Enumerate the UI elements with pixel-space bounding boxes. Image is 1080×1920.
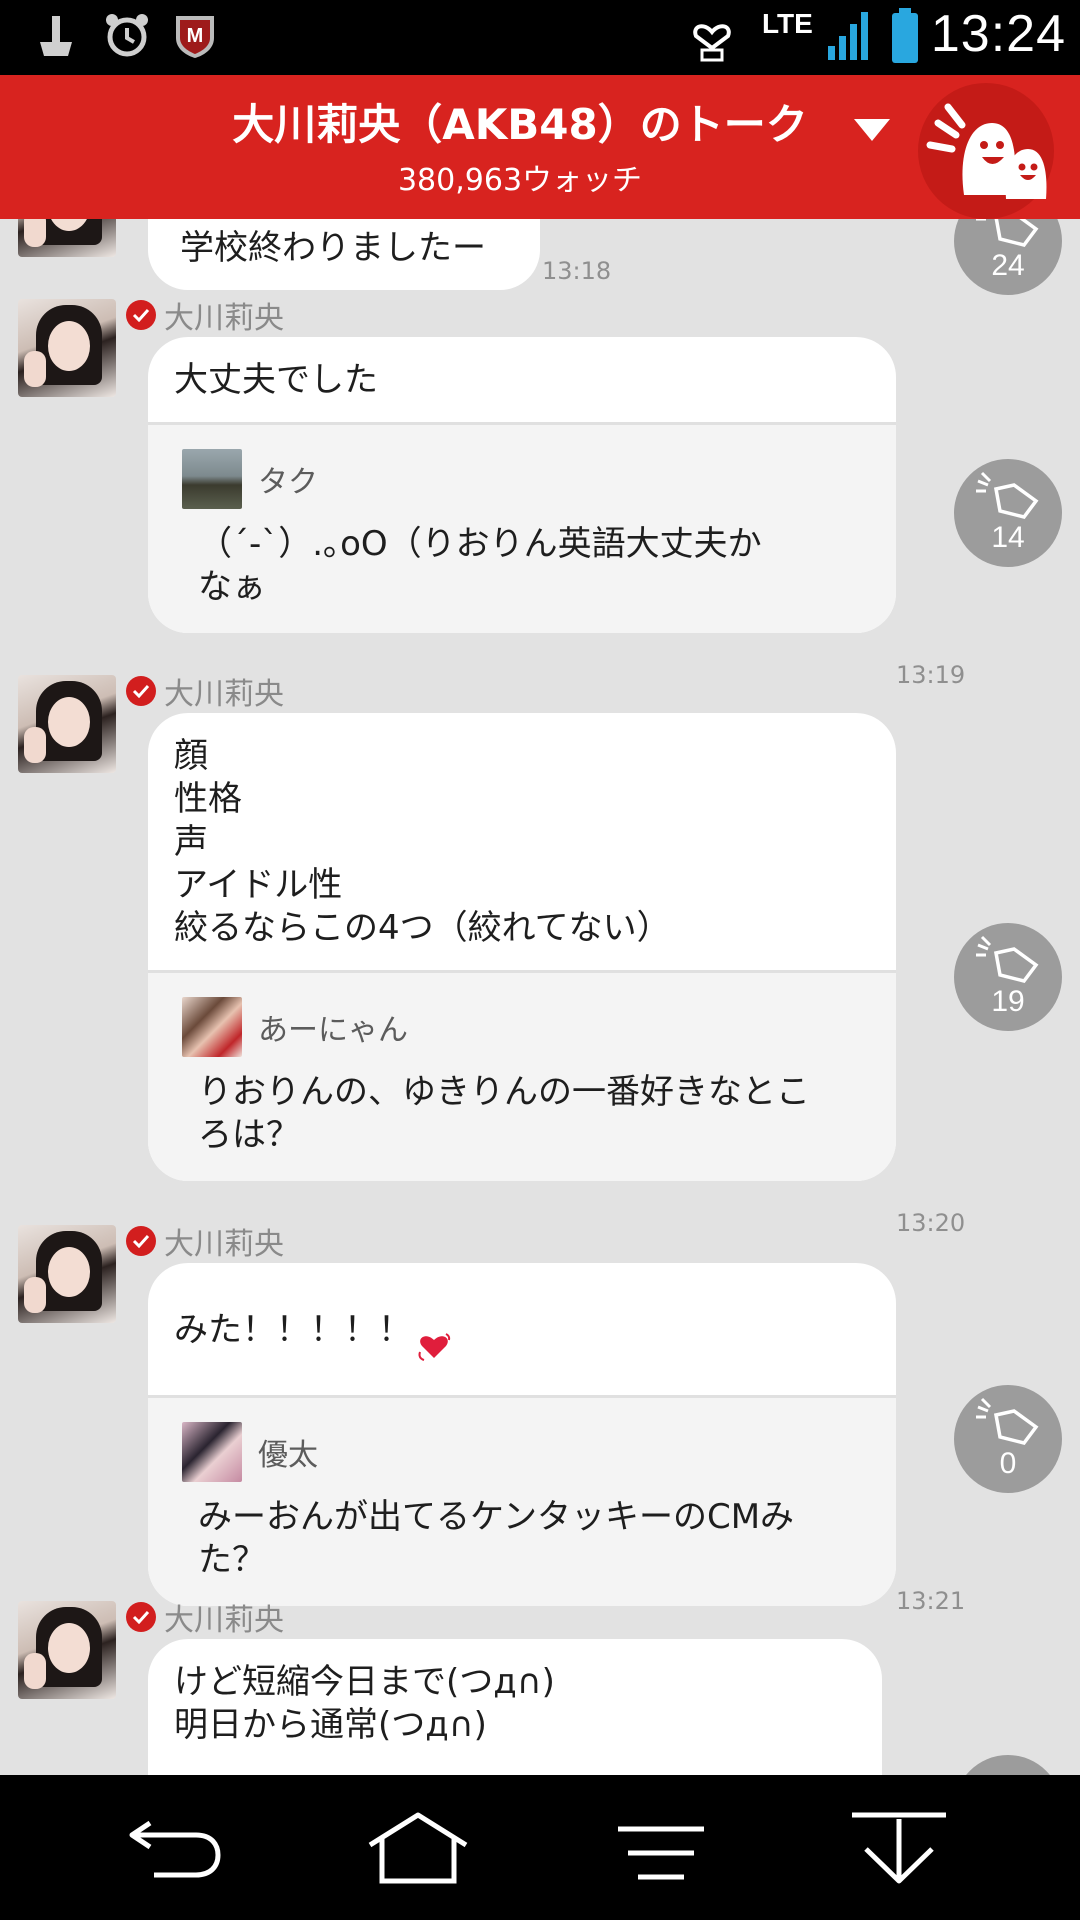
- message-time: 13:20: [896, 1209, 966, 1237]
- scroll-down-icon[interactable]: [850, 1811, 948, 1889]
- alarm-clock-icon: [104, 12, 150, 62]
- message-bubble[interactable]: みた！！！！！ 優太 みーおんが出てるケンタッキーのCMみ た？: [148, 1263, 896, 1606]
- back-icon[interactable]: [126, 1811, 222, 1885]
- verified-icon: [126, 300, 156, 330]
- clap-button[interactable]: 19: [954, 923, 1062, 1031]
- author-name[interactable]: 大川莉央: [164, 669, 284, 713]
- svg-text:M: M: [187, 25, 204, 47]
- verified-icon: [126, 1226, 156, 1256]
- security-shield-icon: M: [172, 12, 218, 64]
- quoted-user-avatar[interactable]: [182, 1422, 242, 1482]
- message-text: けど短縮今日まで(つд∩) 明日から通常(つд∩): [174, 1662, 555, 1745]
- author-name[interactable]: 大川莉央: [164, 293, 284, 337]
- author-name[interactable]: 大川莉央: [164, 1595, 284, 1639]
- status-bar: M LTE 13:24: [0, 0, 1080, 75]
- mascot-menu-button[interactable]: [918, 83, 1054, 219]
- message-bubble[interactable]: 大丈夫でした タク （´-`）.｡oO（りおりん英語大丈夫か なぁ: [148, 337, 896, 633]
- message-bubble[interactable]: けど短縮今日まで(つд∩) 明日から通常(つд∩): [148, 1639, 882, 1775]
- clap-button[interactable]: 24: [954, 219, 1062, 295]
- clap-icon: [976, 471, 1039, 519]
- message-time: 13:19: [896, 661, 966, 689]
- quoted-user-avatar[interactable]: [182, 997, 242, 1057]
- avatar[interactable]: [18, 675, 116, 773]
- message-bubble[interactable]: 顔 性格 声 アイドル性 絞るならこの4つ（絞れてない） あーにゃん りおりんの…: [148, 713, 896, 1181]
- quoted-user-avatar[interactable]: [182, 449, 242, 509]
- clap-button[interactable]: 14: [954, 459, 1062, 567]
- clap-count: 24: [991, 249, 1025, 282]
- author-name[interactable]: 大川莉央: [164, 1219, 284, 1263]
- verified-icon: [126, 1602, 156, 1632]
- quoted-text: りおりんの、ゆきりんの一番好きなとこ ろは？: [198, 1072, 810, 1155]
- quoted-question[interactable]: あーにゃん りおりんの、ゆきりんの一番好きなとこ ろは？: [148, 970, 896, 1181]
- avatar[interactable]: [18, 1225, 116, 1323]
- clap-icon: [976, 219, 1039, 247]
- avatar[interactable]: [18, 299, 116, 397]
- heart-download-icon: [690, 12, 734, 66]
- chat-timeline[interactable]: 学校終わりましたー 13:18 24 大川莉央 大丈夫でした タク （´-`）.…: [0, 219, 1080, 1775]
- clap-icon: [976, 1397, 1039, 1445]
- quoted-text: （´-`）.｡oO（りおりん英語大丈夫か なぁ: [198, 524, 762, 607]
- heart-emoji-icon: [416, 1285, 452, 1375]
- clock: 13:24: [930, 5, 1066, 63]
- clap-button[interactable]: 0: [954, 1385, 1062, 1493]
- clap-count: 14: [991, 521, 1025, 554]
- network-type: LTE: [762, 8, 813, 39]
- battery-icon: [890, 8, 920, 68]
- quoted-user-name: 優太: [258, 1438, 318, 1473]
- message-text: 大丈夫でした: [174, 360, 378, 400]
- clap-icon: [976, 935, 1039, 983]
- home-icon[interactable]: [366, 1811, 470, 1889]
- quoted-user-name: タク: [258, 465, 318, 500]
- message-text: 学校終わりましたー: [180, 228, 486, 268]
- menu-icon[interactable]: [616, 1825, 706, 1885]
- message-time: 13:21: [896, 1587, 966, 1615]
- clap-count: 19: [991, 985, 1025, 1018]
- message-time: 13:18: [542, 257, 612, 285]
- chevron-down-icon[interactable]: [852, 117, 892, 147]
- message-text: 顔 性格 声 アイドル性 絞るならこの4つ（絞れてない）: [174, 736, 671, 948]
- quoted-question[interactable]: 優太 みーおんが出てるケンタッキーのCMみ た？: [148, 1395, 896, 1606]
- avatar[interactable]: [18, 219, 116, 257]
- cleaner-icon: [34, 12, 78, 62]
- talk-header: 大川莉央（AKB48）のトーク 380,963ウォッチ: [0, 75, 1080, 219]
- clap-count: 0: [999, 1447, 1017, 1480]
- message-bubble[interactable]: 学校終わりましたー: [148, 219, 540, 290]
- navigation-bar: [0, 1775, 1080, 1920]
- avatar[interactable]: [18, 1601, 116, 1699]
- message-text: みた！！！！！: [174, 1309, 412, 1350]
- quoted-question[interactable]: タク （´-`）.｡oO（りおりん英語大丈夫か なぁ: [148, 422, 896, 633]
- signal-icon: [826, 10, 870, 66]
- quoted-user-name: あーにゃん: [258, 1013, 408, 1048]
- clap-button[interactable]: [954, 1755, 1062, 1775]
- mascot-icon: [926, 103, 1047, 199]
- verified-icon: [126, 676, 156, 706]
- quoted-text: みーおんが出てるケンタッキーのCMみ た？: [198, 1497, 795, 1580]
